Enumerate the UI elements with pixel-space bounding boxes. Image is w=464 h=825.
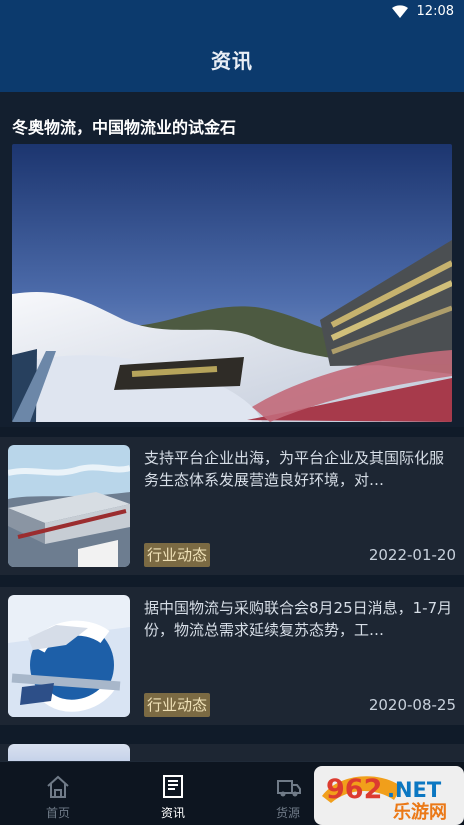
- logistics-thumbnail: [8, 595, 130, 717]
- publish-date: 2022-01-20: [368, 546, 456, 564]
- news-summary[interactable]: 据中国物流与采购联合会8月25日消息，1-7月份，物流总需求延续复苏态势，工…: [144, 597, 454, 641]
- status-icons: 12:08: [391, 4, 454, 19]
- news-icon: [163, 775, 183, 798]
- home-icon: [47, 775, 69, 798]
- nav-news[interactable]: 资讯: [143, 772, 203, 821]
- app-header: 资讯: [0, 26, 464, 92]
- svg-text:乐游网: 乐游网: [393, 801, 447, 823]
- publish-date: 2020-08-25: [368, 696, 456, 714]
- nav-cargo[interactable]: 货源: [258, 772, 318, 821]
- category-tag: 行业动态: [144, 543, 211, 567]
- truck-icon: [277, 780, 301, 797]
- category-tag: 行业动态: [144, 693, 211, 717]
- svg-text:962: 962: [326, 774, 382, 805]
- svg-text:.NET: .NET: [387, 778, 442, 802]
- nav-cargo-label: 货源: [275, 806, 300, 820]
- watermark-logo: 962 .NET 乐游网: [314, 766, 464, 825]
- partial-thumbnail: [8, 744, 130, 762]
- page-title: 资讯: [211, 48, 253, 73]
- warehouse-thumbnail: [8, 445, 130, 567]
- featured-title[interactable]: 冬奥物流，中国物流业的试金石: [12, 114, 236, 138]
- nav-home[interactable]: 首页: [28, 772, 88, 821]
- featured-article[interactable]: 冬奥物流，中国物流业的试金石: [0, 92, 464, 427]
- nav-home-label: 首页: [45, 806, 70, 820]
- news-feed[interactable]: 冬奥物流，中国物流业的试金石 支持平台企业出海，为平台企业及其国际化服务生态体系…: [0, 92, 464, 762]
- news-card-2[interactable]: 据中国物流与采购联合会8月25日消息，1-7月份，物流总需求延续复苏态势，工… …: [0, 587, 464, 725]
- news-card-1[interactable]: 支持平台企业出海，为平台企业及其国际化服务生态体系发展营造良好环境，对… 行业动…: [0, 437, 464, 575]
- wifi-icon: [391, 4, 408, 18]
- featured-image[interactable]: [12, 144, 452, 422]
- news-summary[interactable]: 支持平台企业出海，为平台企业及其国际化服务生态体系发展营造良好环境，对…: [144, 447, 454, 491]
- status-time: 12:08: [416, 4, 454, 19]
- bottom-navigation: 首页 资讯 货源 962 .NET 乐游网: [0, 761, 464, 825]
- nav-news-label: 资讯: [160, 806, 185, 820]
- status-bar: 12:08: [0, 0, 464, 26]
- news-card-3-partial[interactable]: [0, 744, 464, 762]
